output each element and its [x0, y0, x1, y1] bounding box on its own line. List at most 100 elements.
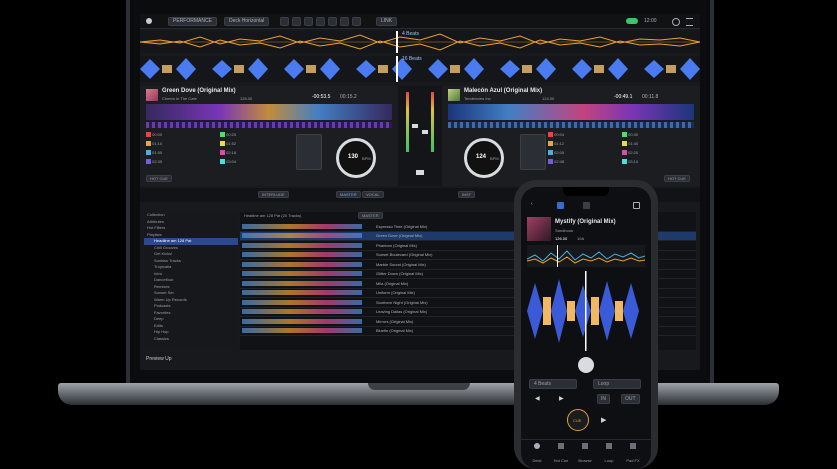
deck-a-tab-icon[interactable]	[557, 202, 564, 209]
track-mini-waveform	[242, 309, 362, 315]
hotcue-b-5[interactable]: 00:30	[622, 132, 692, 138]
track-title: Bluefin (Original Mix)	[374, 326, 528, 336]
beat-select[interactable]: 4 Beats	[529, 379, 577, 389]
deck-a-hotcue-tab[interactable]: HOT CUE	[146, 175, 172, 182]
hotcue-a-8[interactable]: 03:04	[220, 159, 290, 165]
deck-a-hotcue-grid: 00:00 01:10 01:55 02:35 00:25 01:52 02:1…	[146, 132, 292, 172]
phone-main-waveform[interactable]	[521, 271, 651, 351]
deck-a-bpm-text: 126.00	[240, 96, 253, 101]
back-icon[interactable]: ‹	[531, 201, 533, 207]
loop-out-button[interactable]: OUT	[621, 394, 640, 404]
fx-icon[interactable]	[316, 17, 325, 26]
toggle-switch[interactable]	[626, 18, 638, 24]
midi-icon[interactable]	[352, 17, 361, 26]
phone-cue-button[interactable]: CUE	[567, 409, 589, 431]
deck-b-hotcue-tab[interactable]: HOT CUE	[664, 175, 690, 182]
wave	[240, 307, 374, 317]
hotcue-a-2[interactable]: 01:10	[146, 141, 216, 147]
overview-waveform-a[interactable]: 4 Beats	[140, 31, 700, 53]
hotcue-a-6[interactable]: 01:52	[220, 141, 290, 147]
track-mini-waveform	[242, 252, 362, 258]
record-icon[interactable]	[340, 17, 349, 26]
channel-b-fader[interactable]	[422, 130, 428, 134]
more-icon[interactable]	[633, 202, 640, 209]
hotcue-a-7[interactable]: 02:18	[220, 150, 290, 156]
track-mini-waveform	[242, 261, 362, 267]
hotcue-b-6[interactable]: 01:40	[622, 141, 692, 147]
menu-icon[interactable]	[686, 18, 693, 26]
deck-a-tempo-unit: BPM	[362, 156, 371, 161]
mixer-icon[interactable]	[328, 17, 337, 26]
status-line: Preview Up	[146, 356, 172, 362]
deck-b-hotcue-grid: 00:04 01:12 02:05 02:48 00:30 01:40 02:2…	[548, 132, 694, 172]
hotcue-b-3[interactable]: 02:05	[548, 150, 618, 156]
phone-header: ‹	[521, 199, 651, 213]
track-title: Mirrors (Original Mix)	[374, 316, 528, 327]
hotcue-b-4[interactable]: 02:48	[548, 159, 618, 165]
loop-select[interactable]: Loop	[593, 379, 641, 389]
track-title: Sunset Boulevard (Original Mix)	[374, 250, 528, 260]
deck-b-pitch-panel[interactable]	[520, 134, 546, 170]
deck-a-waveform[interactable]	[146, 104, 392, 120]
track-mini-waveform	[242, 233, 362, 239]
master-mix-button[interactable]: MASTER	[336, 191, 361, 198]
waveform-a-svg	[140, 31, 700, 53]
mode-select[interactable]: PERFORMANCE	[168, 17, 217, 26]
wave	[240, 269, 374, 279]
play-icon[interactable]: ▶	[601, 416, 606, 424]
hotcue-b-8[interactable]: 03:10	[622, 159, 692, 165]
hotcue-a-4[interactable]: 02:35	[146, 159, 216, 165]
sampler-icon[interactable]	[304, 17, 313, 26]
hotcue-a-5[interactable]: 00:25	[220, 132, 290, 138]
interlude-button[interactable]: INTERLUDE	[258, 191, 289, 198]
next-icon[interactable]: ▶	[559, 395, 564, 402]
track-mini-waveform	[242, 280, 362, 286]
deck-b: Malecón Azul (Original Mix) Tendencies I…	[442, 86, 700, 186]
grid-icon[interactable]	[280, 17, 289, 26]
settings-icon[interactable]	[672, 18, 680, 26]
phone-tab-deck-label: Deck	[532, 458, 542, 463]
track-title: Southern Night (Original Mix)	[374, 297, 528, 308]
deck-a-artwork	[146, 89, 158, 101]
hotcue-b-7[interactable]: 02:20	[622, 150, 692, 156]
tree-item[interactable]: Classics	[144, 336, 238, 343]
vocal-button[interactable]: VOCAL	[362, 191, 384, 198]
hotcue-b-2[interactable]: 01:12	[548, 141, 618, 147]
deck-b-tempo-unit: BPM	[490, 156, 499, 161]
track-mini-waveform	[242, 318, 362, 324]
phone-cue-knob[interactable]	[578, 357, 594, 373]
overview-waveform-b[interactable]: 16 Beats	[140, 56, 700, 82]
waveform-icon[interactable]	[292, 17, 301, 26]
deck-b-tab-icon[interactable]	[583, 202, 590, 209]
channel-a-fader[interactable]	[412, 124, 418, 128]
deck-b-jog[interactable]: 124 BPM	[464, 138, 504, 178]
wave	[240, 240, 374, 251]
phone-tab-loop[interactable]: Loop	[597, 443, 621, 467]
wave	[240, 297, 374, 308]
phone-tab-deck[interactable]: Deck	[525, 443, 549, 467]
inst-button[interactable]: INST	[458, 191, 476, 198]
master-button[interactable]: MASTER	[358, 212, 383, 219]
prev-icon[interactable]: ◀	[535, 395, 540, 402]
crossfader[interactable]	[416, 170, 424, 175]
deck-b-waveform[interactable]	[448, 104, 694, 120]
link-button[interactable]: LINK	[376, 17, 398, 26]
phone-tab-hotcue-label: Hot Cue	[553, 458, 569, 463]
hotcue-a-3[interactable]: 01:55	[146, 150, 216, 156]
phone-tab-hotcue[interactable]: Hot Cue	[549, 443, 573, 467]
phone-tab-padfx[interactable]: Pad FX	[621, 443, 645, 467]
wave	[240, 278, 374, 289]
phone-overview-waveform[interactable]	[526, 245, 646, 267]
phone-tab-browse[interactable]: Browse	[573, 443, 597, 467]
hotcue-a-1[interactable]: 00:00	[146, 132, 216, 138]
loop-in-button[interactable]: IN	[597, 394, 610, 404]
deck-a-jog[interactable]: 130 BPM	[336, 138, 376, 178]
phone-cue-label: CUE	[573, 418, 582, 423]
phone-overview-svg	[526, 245, 646, 267]
deck-a: Green Dove (Original Mix) Cheers In The …	[140, 86, 398, 186]
layout-select[interactable]: Deck Horizontal	[224, 17, 270, 26]
top-toolbar: PERFORMANCE Deck Horizontal LINK 12:00	[140, 14, 700, 29]
track-title: Espresso Time (Original Mix)	[374, 222, 528, 232]
deck-a-pitch-panel[interactable]	[296, 134, 322, 170]
hotcue-b-1[interactable]: 00:04	[548, 132, 618, 138]
